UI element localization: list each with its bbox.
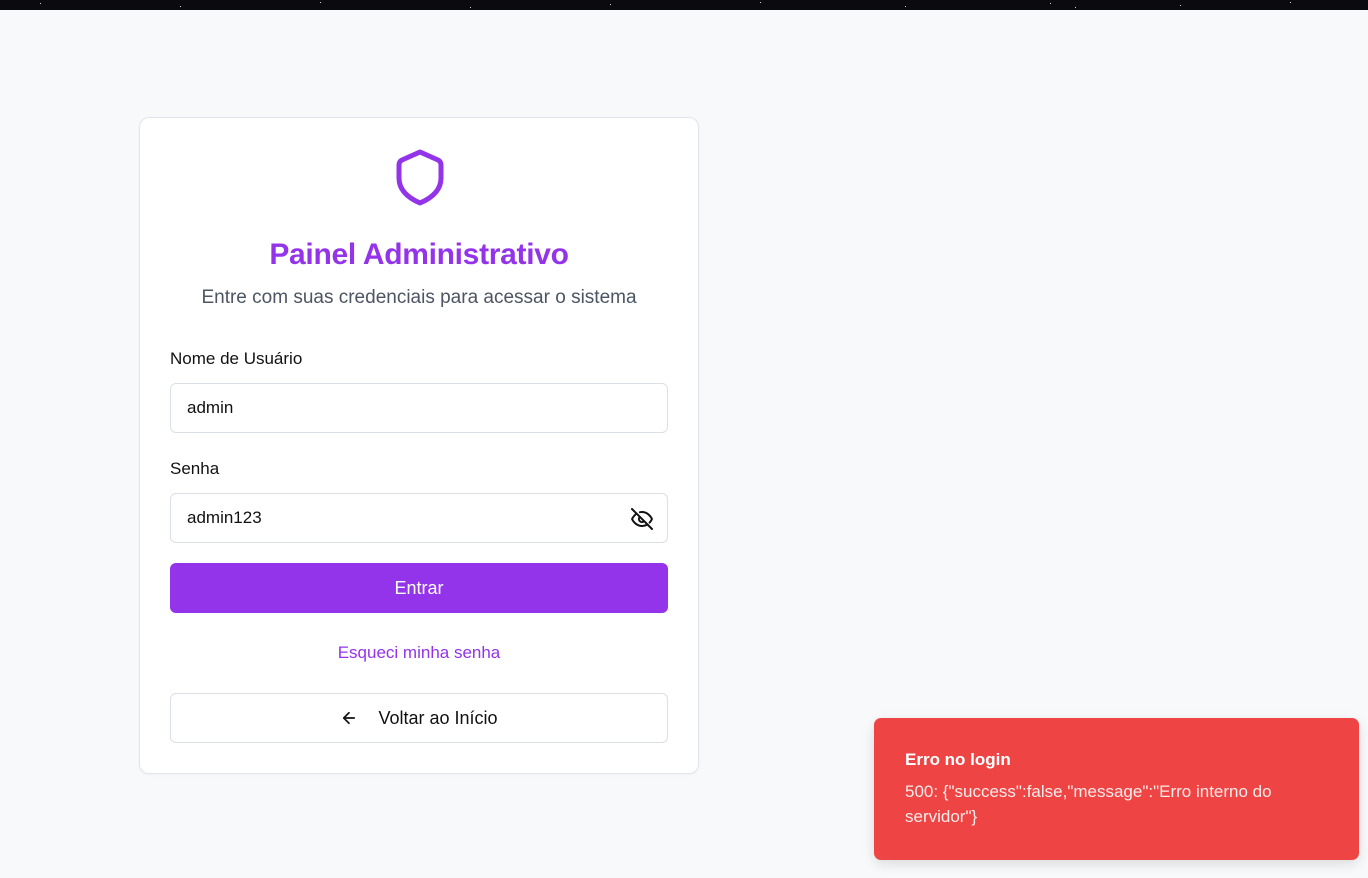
login-card: Painel Administrativo Entre com suas cre…: [139, 117, 699, 774]
back-to-home-button[interactable]: Voltar ao Início: [170, 693, 668, 743]
username-input[interactable]: admin: [170, 383, 668, 433]
password-value: admin123: [187, 508, 262, 527]
back-button-label: Voltar ao Início: [378, 707, 498, 728]
shield-icon: [396, 149, 444, 206]
eye-off-icon[interactable]: [630, 507, 654, 531]
login-submit-button[interactable]: Entrar: [170, 563, 668, 613]
page-subtitle: Entre com suas credenciais para acessar …: [201, 287, 637, 308]
password-label: Senha: [170, 459, 220, 478]
page-title: Painel Administrativo: [269, 238, 569, 271]
toast-message: 500: {"success":false,"message":"Erro in…: [905, 782, 1272, 826]
error-toast[interactable]: Erro no login 500: {"success":false,"mes…: [874, 718, 1359, 860]
forgot-password-link[interactable]: Esqueci minha senha: [140, 643, 698, 663]
toast-title: Erro no login: [905, 750, 1011, 769]
password-input[interactable]: admin123: [170, 493, 668, 543]
arrow-left-icon: [343, 711, 356, 725]
username-value: admin: [187, 398, 234, 417]
username-label: Nome de Usuário: [170, 349, 303, 368]
top-banner-strip: [0, 0, 1368, 10]
